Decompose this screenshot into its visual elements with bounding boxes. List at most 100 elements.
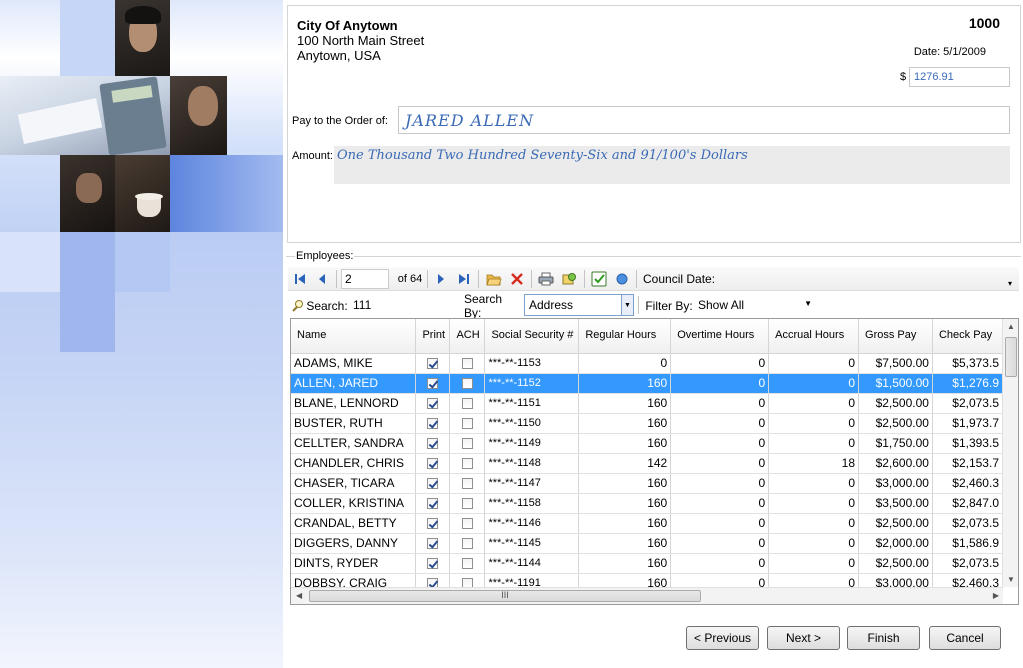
cell-check-pay: $1,276.9 [932, 373, 1003, 394]
next-record-button[interactable] [433, 271, 449, 287]
employees-table: Name Print ACH Social Security # Regular… [291, 319, 1003, 587]
ach-checkbox[interactable] [461, 458, 473, 470]
scroll-right-icon[interactable]: ▶ [993, 591, 999, 600]
cell-name: BLANE, LENNORD [291, 393, 417, 414]
scroll-left-icon[interactable]: ◀ [296, 591, 302, 600]
column-header-accrual-hours[interactable]: Accrual Hours [768, 319, 860, 354]
cell-gross-pay: $2,600.00 [858, 453, 933, 474]
vertical-scrollbar[interactable]: ▲ ▼ [1002, 319, 1018, 587]
table-row[interactable]: CELLTER, SANDRA ***-**-1149 160 0 0 $1,750.00… [291, 433, 1003, 454]
delete-button[interactable] [508, 271, 526, 287]
image-tile [60, 0, 115, 76]
search-input[interactable]: 111 [349, 295, 459, 315]
table-row[interactable]: ADAMS, MIKE ***-**-1153 0 0 0 $7,500.00 $5,373… [291, 353, 1003, 374]
cell-regular-hours: 160 [578, 553, 672, 574]
table-row[interactable]: BUSTER, RUTH ***-**-1150 160 0 0 $2,500.00 $1,… [291, 413, 1003, 434]
print-button[interactable] [537, 271, 555, 287]
ach-checkbox[interactable] [461, 518, 473, 530]
ach-checkbox[interactable] [461, 478, 473, 490]
table-row[interactable]: BLANE, LENNORD ***-**-1151 160 0 0 $2,500.00 $… [291, 393, 1003, 414]
print-checkbox[interactable] [427, 518, 439, 530]
cell-name: CHASER, TICARA [291, 473, 417, 494]
column-header-overtime-hours[interactable]: Overtime Hours [670, 319, 770, 354]
toolbar-separator [427, 270, 428, 288]
open-button[interactable] [485, 271, 503, 287]
cell-name: CHANDLER, CHRIS [291, 453, 417, 474]
table-row[interactable]: CHASER, TICARA ***-**-1147 160 0 0 $3,000.00 $… [291, 473, 1003, 494]
print-checkbox[interactable] [427, 578, 439, 587]
payee-field[interactable]: JARED ALLEN [398, 106, 1010, 134]
print-checkbox[interactable] [427, 418, 439, 430]
first-record-button[interactable] [292, 271, 308, 287]
scroll-up-icon[interactable]: ▲ [1007, 322, 1015, 331]
chevron-down-icon[interactable]: ▼ [621, 295, 633, 315]
cancel-button[interactable]: Cancel [929, 626, 1001, 650]
last-record-button[interactable] [456, 271, 472, 287]
finish-button[interactable]: Finish [847, 626, 920, 650]
ach-checkbox[interactable] [461, 578, 473, 587]
table-row[interactable]: COLLER, KRISTINA ***-**-1158 160 0 0 $3,500.0… [291, 493, 1003, 514]
print-checkbox[interactable] [427, 398, 439, 410]
column-header-gross-pay[interactable]: Gross Pay [858, 319, 933, 354]
print-checkbox[interactable] [427, 498, 439, 510]
column-header-check-pay[interactable]: Check Pay [932, 319, 1003, 354]
cell-gross-pay: $3,000.00 [858, 573, 933, 587]
print-checkbox[interactable] [427, 538, 439, 550]
print-checkbox[interactable] [427, 558, 439, 570]
column-header-name[interactable]: Name [291, 319, 417, 354]
ach-checkbox[interactable] [461, 378, 473, 390]
cell-gross-pay: $2,500.00 [858, 393, 933, 414]
ach-checkbox[interactable] [461, 498, 473, 510]
page-number-input[interactable]: 2 [341, 269, 389, 289]
employees-group-label: Employees: [295, 250, 355, 262]
column-header-ssn[interactable]: Social Security # [484, 319, 580, 354]
ach-checkbox[interactable] [461, 558, 473, 570]
horizontal-scrollbar[interactable]: ◀ III ▶ [291, 587, 1003, 604]
status-button[interactable] [614, 271, 630, 287]
table-row[interactable]: DINTS, RYDER ***-**-1144 160 0 0 $2,500.00 $2,… [291, 553, 1003, 574]
print-checkbox[interactable] [427, 478, 439, 490]
scroll-down-icon[interactable]: ▼ [1007, 575, 1015, 584]
cell-ach [449, 493, 486, 514]
cell-overtime-hours: 0 [670, 553, 770, 574]
filter-by-select[interactable]: Show All ▼ [694, 295, 818, 315]
vertical-scroll-thumb[interactable] [1005, 337, 1017, 377]
cell-ssn: ***-**-1153 [484, 353, 580, 374]
cell-name: ADAMS, MIKE [291, 353, 417, 374]
column-header-print[interactable]: Print [415, 319, 451, 354]
print-checkbox[interactable] [427, 358, 439, 370]
previous-record-button[interactable] [314, 271, 330, 287]
table-row[interactable]: CHANDLER, CHRIS ***-**-1148 142 0 18 $2,600.0… [291, 453, 1003, 474]
print-preview-button[interactable] [560, 271, 578, 287]
approve-button[interactable] [590, 271, 608, 287]
check-amount-field[interactable]: 1276.91 [909, 67, 1010, 87]
cell-print [415, 513, 451, 534]
next-button[interactable]: Next > [767, 626, 840, 650]
print-checkbox[interactable] [427, 458, 439, 470]
toolbar-overflow-icon[interactable]: ▾ [1004, 275, 1016, 291]
council-date-label: Council Date: [643, 272, 716, 286]
table-row[interactable]: ALLEN, JARED ***-**-1152 160 0 0 $1,500.00 $1,… [291, 373, 1003, 394]
person-photo [115, 0, 170, 76]
toolbar-separator [636, 270, 637, 288]
table-row[interactable]: DIGGERS, DANNY ***-**-1145 160 0 0 $2,000.00 $… [291, 533, 1003, 554]
ach-checkbox[interactable] [461, 538, 473, 550]
ach-checkbox[interactable] [461, 358, 473, 370]
table-row[interactable]: DOBBSY, CRAIG ***-**-1191 160 0 0 $3,000.00 $2… [291, 573, 1003, 587]
cell-regular-hours: 160 [578, 413, 672, 434]
ach-checkbox[interactable] [461, 398, 473, 410]
ach-checkbox[interactable] [461, 438, 473, 450]
column-header-ach[interactable]: ACH [449, 319, 486, 354]
filter-by-value: Show All [698, 298, 745, 312]
horizontal-scroll-thumb[interactable]: III [309, 590, 701, 602]
previous-button[interactable]: < Previous [686, 626, 759, 650]
print-checkbox[interactable] [427, 438, 439, 450]
print-checkbox[interactable] [427, 378, 439, 390]
next-icon [438, 274, 444, 284]
ach-checkbox[interactable] [461, 418, 473, 430]
cell-overtime-hours: 0 [670, 533, 770, 554]
search-by-select[interactable]: Address ▼ [524, 294, 634, 316]
table-row[interactable]: CRANDAL, BETTY ***-**-1146 160 0 0 $2,500.00 $… [291, 513, 1003, 534]
column-header-regular-hours[interactable]: Regular Hours [578, 319, 672, 354]
cell-ssn: ***-**-1146 [484, 513, 580, 534]
